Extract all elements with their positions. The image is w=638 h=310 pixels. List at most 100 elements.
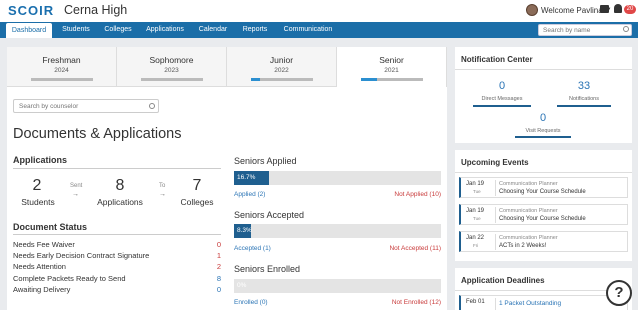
grade-name: Freshman [42,55,81,65]
doc-status-label: Needs Attention [13,262,66,271]
direct-messages-label: Direct Messages [481,96,523,102]
notification-center-card: Notification Center 0 Direct Messages 33… [455,47,632,143]
grade-progress-fill [251,78,261,81]
seniors-accepted-bar: 8.3% [234,224,441,238]
tab-dashboard[interactable]: Dashboard [6,23,52,38]
arrow-right-icon: → [72,191,79,198]
doc-status-row[interactable]: Needs Fee Waiver 0 [13,240,221,251]
document-status-heading: Document Status [13,222,88,232]
visit-requests-underline [515,136,571,138]
notifications-underline [557,105,611,107]
grade-progress-fill [361,78,377,81]
doc-status-value[interactable]: 2 [217,262,221,271]
page-title: Documents & Applications [13,126,182,142]
grade-year: 2021 [384,67,399,74]
grade-tab-freshman[interactable]: Freshman 2024 [7,47,117,87]
doc-status-value[interactable]: 1 [217,251,221,260]
visit-requests-count[interactable]: 0 [518,112,568,124]
event-item[interactable]: Jan 19 Tue Communication Planner Choosin… [459,177,628,198]
grade-tab-senior[interactable]: Senior 2021 [337,47,447,87]
enrolled-link[interactable]: Enrolled (0) [234,299,268,306]
deadline-item[interactable]: Feb 01 1 Packet Outstanding [459,295,628,310]
top-bar: SCOIR Cerna High Welcome Pavlina ▼ 20 [0,0,638,22]
deadline-date: Feb 01 [466,299,485,305]
applied-link[interactable]: Applied (2) [234,191,265,198]
upcoming-events-card: Upcoming Events Jan 19 Tue Communication… [455,150,632,261]
doc-status-label: Awaiting Delivery [13,285,71,294]
event-date: Jan 19 [466,181,485,187]
grade-name: Junior [269,55,294,65]
divider [455,172,632,173]
avatar [526,4,538,16]
applications-count: 8 [115,177,125,194]
visit-requests-label: Visit Requests [525,128,561,134]
notifications-count[interactable]: 33 [559,80,609,92]
search-input[interactable] [538,24,632,36]
event-day: Tue [473,189,481,194]
doc-status-row[interactable]: Complete Packets Ready to Send 8 [13,274,221,285]
user-menu[interactable]: Welcome Pavlina ▼ [526,3,612,17]
grade-tab-junior[interactable]: Junior 2022 [227,47,337,87]
doc-status-row[interactable]: Needs Attention 2 [13,262,221,273]
event-item[interactable]: Jan 22 Fri Communication Planner ACTs in… [459,231,628,252]
doc-status-label: Complete Packets Ready to Send [13,274,126,283]
event-date: Jan 22 [466,235,485,241]
tab-colleges[interactable]: Colleges [100,22,136,38]
not-accepted-link[interactable]: Not Accepted (11) [341,245,441,252]
students-count: 2 [32,177,42,194]
tab-students[interactable]: Students [57,22,95,38]
applications-heading: Applications [13,155,68,165]
welcome-text: Welcome Pavlina [541,5,603,15]
deadline-text[interactable]: 1 Packet Outstanding [499,300,561,307]
not-applied-link[interactable]: Not Applied (10) [341,191,441,198]
tab-communication[interactable]: Communication [280,22,336,38]
grade-year: 2024 [54,67,69,74]
grade-progress [141,78,203,81]
doc-status-label: Needs Early Decision Contract Signature [13,251,150,260]
tab-applications[interactable]: Applications [142,22,188,38]
grade-year: 2022 [274,67,289,74]
doc-status-row[interactable]: Needs Early Decision Contract Signature 1 [13,251,221,262]
event-name: Choosing Your Course Schedule [499,189,586,195]
help-icon[interactable]: ? [606,280,632,306]
direct-messages-count[interactable]: 0 [477,80,527,92]
doc-status-value[interactable]: 0 [217,285,221,294]
event-type: Communication Planner [499,208,558,214]
to-label: To [159,183,166,189]
chat-icon[interactable] [600,5,609,13]
divider [13,168,221,169]
notification-center-heading: Notification Center [461,55,533,64]
doc-status-value[interactable]: 0 [217,240,221,249]
doc-status-row[interactable]: Awaiting Delivery 0 [13,285,221,296]
accepted-link[interactable]: Accepted (1) [234,245,271,252]
bell-icon[interactable] [614,4,622,13]
event-type: Communication Planner [499,235,558,241]
event-item[interactable]: Jan 19 Tue Communication Planner Choosin… [459,204,628,225]
search-icon[interactable] [623,26,629,32]
main-nav: Dashboard Students Colleges Applications… [0,22,638,38]
search-icon[interactable] [149,103,155,109]
doc-status-label: Needs Fee Waiver [13,240,75,249]
applications-label: Applications [97,197,143,207]
notifications-label: Notifications [569,96,599,102]
progress-percent: 8.3% [237,227,252,234]
grade-progress [251,78,313,81]
grade-year: 2023 [164,67,179,74]
event-name: Choosing Your Course Schedule [499,216,586,222]
progress-percent: 16.7% [237,174,256,181]
scoir-logo[interactable]: SCOIR [8,3,54,18]
counselor-search-input[interactable] [13,99,159,113]
arrow-right-icon: → [159,191,166,198]
seniors-enrolled-heading: Seniors Enrolled [234,264,301,274]
not-enrolled-link[interactable]: Not Enrolled (12) [341,299,441,306]
grade-tabs: Freshman 2024 Sophomore 2023 Junior 2022… [7,47,447,87]
grade-tab-sophomore[interactable]: Sophomore 2023 [117,47,227,87]
tab-reports[interactable]: Reports [238,22,272,38]
divider [455,69,632,70]
doc-status-value[interactable]: 8 [217,274,221,283]
seniors-enrolled-bar: 0% [234,279,441,293]
main-panel: Freshman 2024 Sophomore 2023 Junior 2022… [7,47,447,310]
tab-calendar[interactable]: Calendar [195,22,231,38]
students-label: Students [21,197,55,207]
school-name: Cerna High [64,3,128,17]
